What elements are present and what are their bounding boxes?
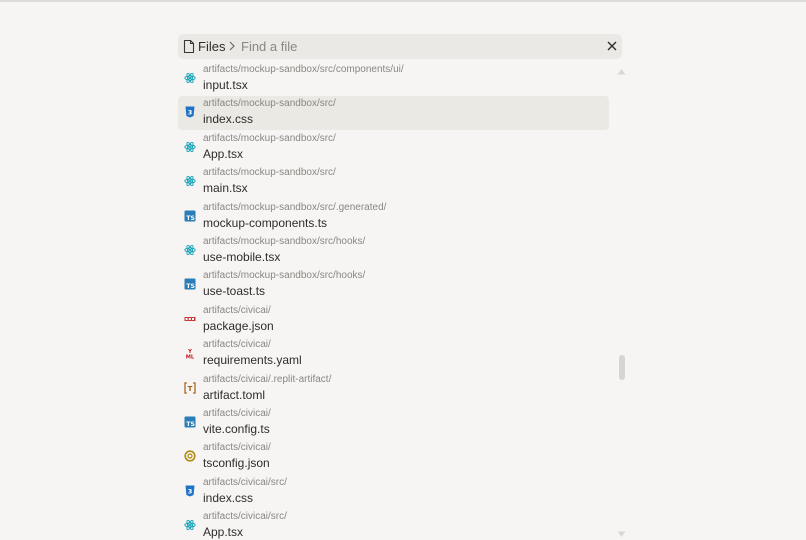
typescript-icon: TS (184, 209, 196, 222)
react-icon (184, 518, 196, 531)
scrollbar-thumb[interactable] (619, 355, 625, 380)
css-icon: 3 (184, 105, 196, 118)
file-name: App.tsx (203, 525, 244, 540)
svg-text:TS: TS (186, 215, 194, 222)
file-result-row[interactable]: artifacts/mockup-sandbox/src/hooks/use-m… (178, 234, 609, 268)
typescript-icon: TS (184, 415, 196, 428)
file-path: artifacts/mockup-sandbox/src/ (203, 132, 336, 144)
file-result-row[interactable]: artifacts/civicai/package.json (178, 303, 609, 337)
files-label: Files (198, 39, 226, 54)
file-path: artifacts/civicai/ (203, 442, 271, 454)
yaml-icon: Y ML (184, 346, 196, 361)
file-result-row[interactable]: artifacts/civicai/src/App.tsx (178, 509, 609, 540)
file-name: vite.config.ts (203, 422, 270, 436)
svg-text:3: 3 (188, 487, 193, 495)
file-path: artifacts/mockup-sandbox/src/.generated/ (203, 201, 387, 213)
file-result-row[interactable]: artifacts/mockup-sandbox/src/App.tsx (178, 131, 609, 165)
react-icon (184, 71, 196, 84)
file-search-bar: Files (178, 34, 622, 59)
close-icon[interactable] (606, 40, 618, 52)
find-file-input[interactable] (241, 37, 581, 56)
file-results-list: artifacts/mockup-sandbox/src/components/… (178, 62, 610, 540)
react-icon (184, 243, 196, 256)
window-top-border (0, 0, 806, 2)
file-path: artifacts/civicai/.replit-artifact/ (203, 373, 332, 385)
svg-text:TS: TS (186, 421, 194, 428)
scroll-down-arrow-icon[interactable] (617, 531, 626, 538)
file-result-row[interactable]: artifacts/mockup-sandbox/src/main.tsx (178, 165, 609, 199)
svg-text:T: T (188, 385, 193, 393)
file-result-row[interactable]: 3 artifacts/civicai/src/index.css (178, 475, 609, 509)
file-result-row[interactable]: Tartifacts/civicai/.replit-artifact/arti… (178, 372, 609, 406)
file-result-row[interactable]: 3 artifacts/mockup-sandbox/src/index.css (178, 96, 609, 131)
file-path: artifacts/mockup-sandbox/src/ (203, 98, 336, 110)
file-result-row[interactable]: TS artifacts/civicai/vite.config.ts (178, 406, 609, 440)
file-result-row[interactable]: artifacts/civicai/tsconfig.json (178, 440, 609, 474)
file-path: artifacts/mockup-sandbox/src/hooks/ (203, 236, 366, 247)
file-name: mockup-components.ts (203, 215, 328, 230)
file-path: artifacts/mockup-sandbox/src/ (203, 167, 336, 179)
react-icon (184, 174, 196, 187)
file-path: artifacts/civicai/src/ (203, 476, 287, 488)
file-path: artifacts/mockup-sandbox/src/hooks/ (203, 270, 366, 282)
file-name: requirements.yaml (203, 353, 302, 368)
file-result-row[interactable]: TS artifacts/mockup-sandbox/src/.generate… (178, 200, 609, 234)
file-path: artifacts/civicai/src/ (203, 511, 287, 523)
svg-text:3: 3 (188, 109, 193, 117)
file-result-row[interactable]: artifacts/mockup-sandbox/src/components/… (178, 62, 609, 96)
svg-text:ML: ML (186, 355, 195, 360)
chevron-right-icon (229, 41, 235, 51)
file-path: artifacts/civicai/ (203, 408, 271, 419)
file-result-row[interactable]: TS artifacts/mockup-sandbox/src/hooks/use… (178, 268, 609, 302)
typescript-icon: TS (184, 277, 196, 290)
tsconfig-icon (184, 449, 196, 462)
svg-text:TS: TS (186, 283, 194, 290)
css-icon: 3 (184, 484, 196, 497)
file-name: index.css (203, 112, 254, 127)
file-name: input.tsx (203, 78, 248, 92)
file-path: artifacts/mockup-sandbox/src/components/… (203, 64, 404, 75)
file-name: package.json (203, 318, 274, 333)
file-name: index.css (203, 490, 254, 505)
file-path: artifacts/civicai/ (203, 304, 271, 316)
file-name: use-mobile.tsx (203, 250, 281, 264)
file-path: artifacts/civicai/ (203, 339, 271, 351)
file-result-row[interactable]: Y ML artifacts/civicai/requirements.yaml (178, 337, 609, 371)
file-name: use-toast.ts (203, 284, 266, 299)
file-name: artifact.toml (203, 387, 266, 402)
file-name: App.tsx (203, 146, 244, 161)
file-name: tsconfig.json (203, 456, 270, 471)
scroll-up-arrow-icon[interactable] (617, 68, 626, 75)
file-name: main.tsx (203, 181, 248, 196)
file-icon (183, 39, 195, 54)
toml-icon: T (184, 381, 196, 394)
npm-icon (184, 312, 196, 324)
react-icon (184, 140, 196, 152)
